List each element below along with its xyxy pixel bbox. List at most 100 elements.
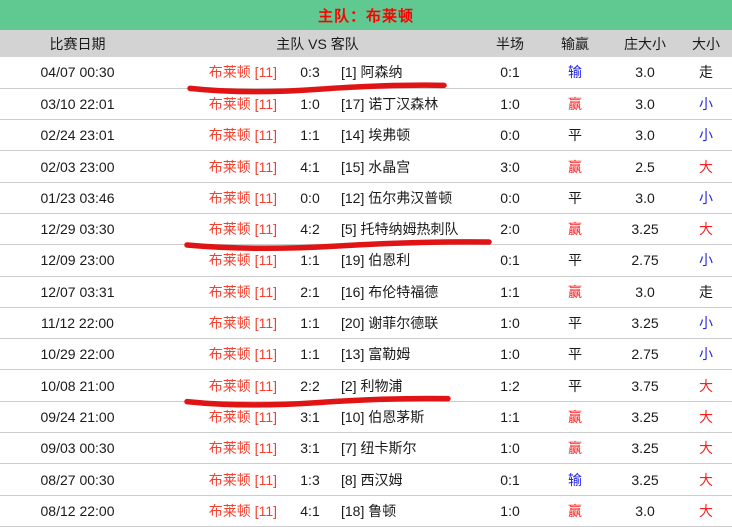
win-loss-label: 平 xyxy=(540,307,610,338)
home-team-label[interactable]: 布莱顿 [11] xyxy=(155,339,285,370)
away-team-label[interactable]: [1] 阿森纳 xyxy=(335,57,480,88)
over-under-odds: 3.0 xyxy=(610,120,680,151)
full-time-score: 3:1 xyxy=(285,433,335,464)
table-row[interactable]: 04/07 00:30 布莱顿 [11] 0:3 [1] 阿森纳 0:1 输 3… xyxy=(0,57,732,88)
home-team-label[interactable]: 布莱顿 [11] xyxy=(155,276,285,307)
away-team-label[interactable]: [10] 伯恩茅斯 xyxy=(335,401,480,432)
table-row[interactable]: 02/24 23:01 布莱顿 [11] 1:1 [14] 埃弗顿 0:0 平 … xyxy=(0,120,732,151)
away-team-label[interactable]: [7] 纽卡斯尔 xyxy=(335,433,480,464)
away-team-label[interactable]: [14] 埃弗顿 xyxy=(335,120,480,151)
win-loss-label: 赢 xyxy=(540,276,610,307)
table-row[interactable]: 10/08 21:00 布莱顿 [11] 2:2 [2] 利物浦 1:2 平 3… xyxy=(0,370,732,401)
over-under-odds: 3.0 xyxy=(610,57,680,88)
home-team-label[interactable]: 布莱顿 [11] xyxy=(155,464,285,495)
match-date: 11/12 22:00 xyxy=(0,307,155,338)
big-small-label: 大 xyxy=(680,433,732,464)
over-under-odds: 3.25 xyxy=(610,307,680,338)
win-loss-label: 赢 xyxy=(540,495,610,526)
half-time-score: 1:0 xyxy=(480,495,540,526)
table-row[interactable]: 01/23 03:46 布莱顿 [11] 0:0 [12] 伍尔弗汉普顿 0:0… xyxy=(0,182,732,213)
home-team-label[interactable]: 布莱顿 [11] xyxy=(155,245,285,276)
home-team-label[interactable]: 布莱顿 [11] xyxy=(155,120,285,151)
over-under-odds: 3.0 xyxy=(610,88,680,119)
away-team-label[interactable]: [19] 伯恩利 xyxy=(335,245,480,276)
home-team-label[interactable]: 布莱顿 [11] xyxy=(155,401,285,432)
over-under-odds: 2.5 xyxy=(610,151,680,182)
win-loss-label: 赢 xyxy=(540,213,610,244)
half-time-score: 3:0 xyxy=(480,151,540,182)
home-team-label[interactable]: 布莱顿 [11] xyxy=(155,213,285,244)
title-bar: 主队：布莱顿 xyxy=(0,0,732,30)
away-team-label[interactable]: [15] 水晶宫 xyxy=(335,151,480,182)
home-team-label[interactable]: 布莱顿 [11] xyxy=(155,182,285,213)
home-team-label[interactable]: 布莱顿 [11] xyxy=(155,57,285,88)
half-time-score: 0:1 xyxy=(480,245,540,276)
full-time-score: 4:2 xyxy=(285,213,335,244)
win-loss-label: 赢 xyxy=(540,433,610,464)
over-under-odds: 3.0 xyxy=(610,276,680,307)
home-team-label[interactable]: 布莱顿 [11] xyxy=(155,433,285,464)
over-under-odds: 3.25 xyxy=(610,433,680,464)
table-row[interactable]: 03/10 22:01 布莱顿 [11] 1:0 [17] 诺丁汉森林 1:0 … xyxy=(0,88,732,119)
match-date: 04/07 00:30 xyxy=(0,57,155,88)
big-small-label: 大 xyxy=(680,213,732,244)
big-small-label: 走 xyxy=(680,276,732,307)
match-date: 10/29 22:00 xyxy=(0,339,155,370)
away-team-label[interactable]: [12] 伍尔弗汉普顿 xyxy=(335,182,480,213)
table-row[interactable]: 12/09 23:00 布莱顿 [11] 1:1 [19] 伯恩利 0:1 平 … xyxy=(0,245,732,276)
big-small-label: 大 xyxy=(680,370,732,401)
away-team-label[interactable]: [2] 利物浦 xyxy=(335,370,480,401)
table-row[interactable]: 02/03 23:00 布莱顿 [11] 4:1 [15] 水晶宫 3:0 赢 … xyxy=(0,151,732,182)
table-row[interactable]: 08/12 22:00 布莱顿 [11] 4:1 [18] 鲁顿 1:0 赢 3… xyxy=(0,495,732,526)
half-time-score: 0:0 xyxy=(480,182,540,213)
table-row[interactable]: 09/24 21:00 布莱顿 [11] 3:1 [10] 伯恩茅斯 1:1 赢… xyxy=(0,401,732,432)
over-under-odds: 3.75 xyxy=(610,370,680,401)
win-loss-label: 输 xyxy=(540,464,610,495)
big-small-label: 小 xyxy=(680,182,732,213)
over-under-odds: 2.75 xyxy=(610,339,680,370)
match-date: 08/12 22:00 xyxy=(0,495,155,526)
table-row[interactable]: 09/03 00:30 布莱顿 [11] 3:1 [7] 纽卡斯尔 1:0 赢 … xyxy=(0,433,732,464)
match-date: 01/23 03:46 xyxy=(0,182,155,213)
match-date: 09/03 00:30 xyxy=(0,433,155,464)
over-under-odds: 2.75 xyxy=(610,245,680,276)
away-team-label[interactable]: [5] 托特纳姆热刺队 xyxy=(335,213,480,244)
home-team-label[interactable]: 布莱顿 [11] xyxy=(155,495,285,526)
away-team-label[interactable]: [8] 西汉姆 xyxy=(335,464,480,495)
away-team-label[interactable]: [17] 诺丁汉森林 xyxy=(335,88,480,119)
win-loss-label: 赢 xyxy=(540,88,610,119)
over-under-odds: 3.0 xyxy=(610,182,680,213)
full-time-score: 3:1 xyxy=(285,401,335,432)
away-team-label[interactable]: [16] 布伦特福德 xyxy=(335,276,480,307)
away-team-label[interactable]: [20] 谢菲尔德联 xyxy=(335,307,480,338)
half-time-score: 1:0 xyxy=(480,339,540,370)
win-loss-label: 输 xyxy=(540,57,610,88)
away-team-label[interactable]: [18] 鲁顿 xyxy=(335,495,480,526)
home-team-label[interactable]: 布莱顿 [11] xyxy=(155,88,285,119)
match-history-page: 主队：布莱顿 比赛日期 主队 VS 客队 半场 输赢 庄大小 大小 04/07 … xyxy=(0,0,732,527)
full-time-score: 2:2 xyxy=(285,370,335,401)
half-time-score: 0:1 xyxy=(480,464,540,495)
match-date: 02/03 23:00 xyxy=(0,151,155,182)
big-small-label: 大 xyxy=(680,464,732,495)
over-under-odds: 3.25 xyxy=(610,401,680,432)
table-row[interactable]: 12/07 03:31 布莱顿 [11] 2:1 [16] 布伦特福德 1:1 … xyxy=(0,276,732,307)
table-row[interactable]: 11/12 22:00 布莱顿 [11] 1:1 [20] 谢菲尔德联 1:0 … xyxy=(0,307,732,338)
home-team-label[interactable]: 布莱顿 [11] xyxy=(155,307,285,338)
home-team-label[interactable]: 布莱顿 [11] xyxy=(155,370,285,401)
table-row[interactable]: 08/27 00:30 布莱顿 [11] 1:3 [8] 西汉姆 0:1 输 3… xyxy=(0,464,732,495)
away-team-label[interactable]: [13] 富勒姆 xyxy=(335,339,480,370)
page-title: 主队：布莱顿 xyxy=(318,5,414,26)
match-date: 03/10 22:01 xyxy=(0,88,155,119)
big-small-label: 大 xyxy=(680,495,732,526)
half-time-score: 1:1 xyxy=(480,276,540,307)
home-team-label[interactable]: 布莱顿 [11] xyxy=(155,151,285,182)
column-header-date: 比赛日期 xyxy=(0,30,155,57)
full-time-score: 1:1 xyxy=(285,339,335,370)
match-date: 12/07 03:31 xyxy=(0,276,155,307)
table-row[interactable]: 12/29 03:30 布莱顿 [11] 4:2 [5] 托特纳姆热刺队 2:0… xyxy=(0,213,732,244)
column-header-match: 主队 VS 客队 xyxy=(155,30,480,57)
table-row[interactable]: 10/29 22:00 布莱顿 [11] 1:1 [13] 富勒姆 1:0 平 … xyxy=(0,339,732,370)
big-small-label: 大 xyxy=(680,151,732,182)
full-time-score: 1:1 xyxy=(285,120,335,151)
